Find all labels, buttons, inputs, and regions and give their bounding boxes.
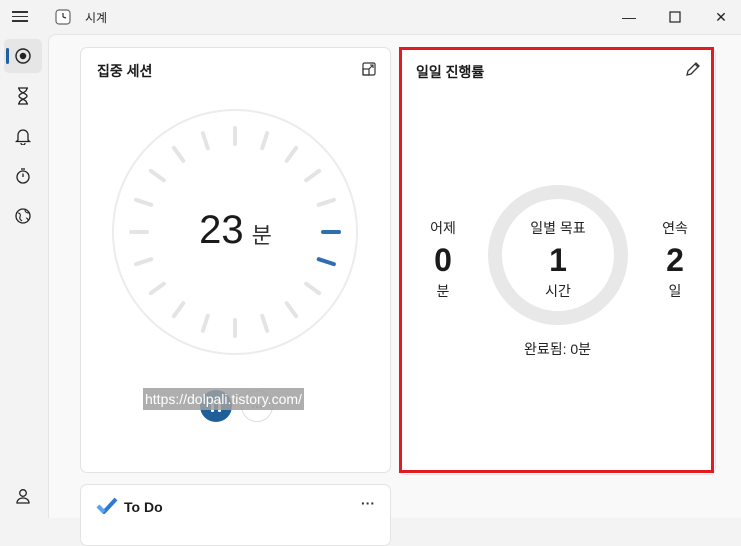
watermark: https://dolpali.tistory.com/ (143, 388, 304, 410)
todo-check-icon (96, 497, 118, 514)
focus-sessions-icon (15, 48, 31, 64)
alarm-icon (14, 129, 32, 145)
nav-world-clock[interactable] (4, 199, 42, 233)
hamburger-menu-icon[interactable] (12, 8, 32, 26)
compact-overlay-icon[interactable] (361, 61, 377, 77)
minimize-button[interactable]: — (606, 0, 652, 34)
account-icon (16, 489, 30, 504)
todo-title: To Do (124, 499, 163, 515)
todo-card: To Do ··· (80, 484, 391, 546)
nav-focus-sessions[interactable] (4, 39, 42, 73)
focus-minutes-display: 23 분 (81, 208, 390, 253)
focus-minutes: 23 (199, 208, 244, 252)
focus-session-title: 집중 세션 (97, 63, 153, 79)
active-indicator (6, 48, 9, 64)
clock-app-icon (55, 9, 71, 25)
nav-timer[interactable] (4, 79, 42, 113)
navigation-rail (0, 34, 48, 517)
close-button[interactable]: ✕ (698, 0, 741, 34)
focus-session-card: 집중 세션 23분 ··· https://dolpali.tistory.co… (80, 47, 391, 473)
highlight-box (399, 47, 714, 473)
timer-icon (18, 87, 28, 105)
nav-stopwatch[interactable] (4, 159, 42, 193)
app-title: 시계 (85, 11, 108, 25)
focus-minutes-unit: 분 (251, 223, 272, 248)
nav-account[interactable] (4, 479, 42, 513)
world-clock-icon (15, 208, 31, 224)
maximize-icon (669, 11, 681, 23)
nav-alarm[interactable] (4, 119, 42, 153)
maximize-button[interactable] (652, 0, 698, 34)
stopwatch-icon (16, 168, 30, 184)
todo-more-button[interactable]: ··· (361, 495, 375, 511)
title-bar: 시계 — ✕ (0, 0, 741, 34)
